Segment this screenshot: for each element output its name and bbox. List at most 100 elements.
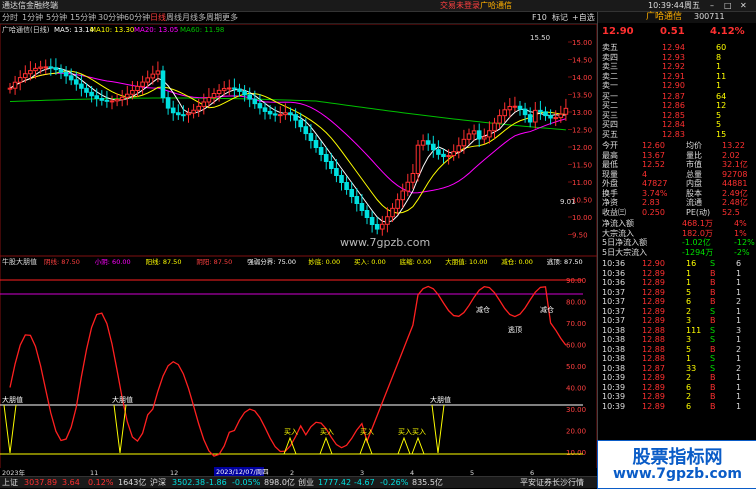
trade-login-status[interactable]: 交易未登录	[440, 0, 480, 11]
tick-price: 12.89	[642, 316, 665, 325]
candle-body	[17, 77, 23, 83]
tick-row: 10:39 12.89 6 B 1	[598, 383, 756, 393]
tick-price: 12.89	[642, 401, 665, 411]
indicator-param: 大朋值: 10.00	[445, 257, 487, 266]
stat-key: 流通	[686, 198, 702, 207]
bid-label: 买四	[602, 120, 618, 129]
bid-vol: 12	[716, 101, 727, 110]
candle-body	[119, 96, 125, 101]
candle-body	[130, 89, 135, 95]
period-tab[interactable]: 15分钟	[70, 12, 96, 23]
period-tab[interactable]: 周线	[166, 12, 182, 23]
tick-count: 2	[736, 297, 742, 306]
tick-side: B	[710, 392, 716, 401]
candle-body	[512, 105, 518, 108]
period-tab[interactable]: 1分钟	[22, 12, 43, 23]
time-mark: 2	[290, 469, 294, 476]
marker-label-buy: 买入	[320, 428, 334, 436]
candle-body	[170, 107, 176, 114]
candle-body	[313, 140, 319, 149]
ma20-label: MA20: 13.05	[134, 26, 178, 34]
period-tab-active[interactable]: 日线	[150, 12, 166, 23]
stat-value: 3.74%	[642, 188, 668, 198]
f10-tab[interactable]: F10	[532, 12, 547, 23]
candle-body	[323, 154, 329, 163]
tick-vol: 2	[686, 392, 692, 401]
stat-value: 2.83	[642, 198, 660, 207]
flow-value: -1294万	[682, 247, 714, 257]
ind-y-tick-label: 70.00	[566, 320, 586, 328]
hs-pct: -0.05%	[232, 478, 261, 487]
quote-header: 广哈通信 300711	[598, 12, 756, 23]
period-tab[interactable]: 5分钟	[46, 12, 67, 23]
candle-body	[201, 101, 207, 107]
candle-body	[237, 88, 242, 92]
indicator-name: 牛股大朋值	[2, 257, 37, 266]
period-tab[interactable]: 30分钟	[98, 12, 124, 23]
chart-area[interactable]: 广哈通信(日线) MA5: 13.14 MA10: 13.30 MA20: 13…	[0, 23, 684, 477]
tick-vol: 33	[686, 363, 697, 373]
candle-body	[242, 90, 247, 96]
candle-body	[272, 113, 278, 116]
period-tab[interactable]: 月线	[182, 12, 198, 23]
stat-key: 今开	[602, 141, 618, 150]
tick-side: B	[710, 373, 716, 382]
candle-body	[278, 114, 283, 117]
cy-change: -4.67	[354, 478, 375, 487]
app-title: 通达信金融终端	[2, 1, 58, 10]
chart-svg[interactable]: 广哈通信(日线) MA5: 13.14 MA10: 13.30 MA20: 13…	[0, 23, 684, 477]
candle-body	[257, 103, 263, 109]
y-tick-label: 13.00	[572, 109, 592, 117]
tick-row: 10:38 12.88 1 S 1	[598, 354, 756, 364]
period-tab[interactable]: 多周期	[198, 12, 222, 23]
ma10-label: MA10: 13.30	[90, 26, 134, 34]
ask-label: 卖二	[602, 71, 618, 81]
stock-header-short: 广哈通信	[480, 1, 512, 10]
title-bar: 通达信金融终端 交易未登录 广哈通信 10:39:44 周五 – □ ✕	[0, 0, 756, 12]
marker-label-big: 大朋值	[112, 395, 133, 404]
stock-chart-title: 广哈通信(日线)	[2, 25, 50, 34]
candle-body	[68, 75, 74, 81]
mark-tab[interactable]: 标记	[552, 12, 568, 23]
candle-body	[104, 99, 110, 102]
close-icon[interactable]: ✕	[740, 0, 747, 11]
sh-value: 3037.89	[24, 478, 58, 487]
candle-body	[380, 223, 385, 230]
tick-vol: 3	[686, 335, 692, 344]
candle-body	[466, 133, 472, 140]
ind-y-tick-label: 80.00	[566, 299, 586, 307]
stat-value: 92708	[722, 169, 748, 179]
tick-price: 12.89	[642, 392, 665, 401]
ask-label: 卖一	[602, 81, 618, 90]
period-tab[interactable]: 60分钟	[124, 12, 150, 23]
candle-body	[522, 108, 528, 116]
candle-body	[114, 99, 120, 102]
tick-time: 10:36	[602, 278, 626, 287]
ask-row: 卖五 12.94 60	[598, 43, 756, 53]
ask-row: 卖一 12.90 1	[598, 81, 756, 91]
stat-value: 2.49亿	[722, 188, 748, 198]
stat-key: PE(动)	[686, 207, 711, 217]
tick-vol: 111	[686, 325, 702, 335]
cy-label: 创业	[298, 478, 314, 487]
period-tab[interactable]: 分时	[2, 12, 18, 23]
bid-row: 买五 12.83 15	[598, 130, 756, 140]
candle-body	[216, 89, 222, 95]
minimize-icon[interactable]: –	[710, 0, 714, 11]
maximize-icon[interactable]: □	[724, 0, 732, 11]
candle-body	[74, 79, 79, 85]
candle-body	[155, 70, 161, 75]
flow-row: 5日净流入额 -1.02亿 -12%	[598, 238, 756, 248]
stat-value: 13.22	[722, 141, 745, 150]
add-watch-tab[interactable]: +自选	[572, 12, 595, 23]
sh-amount: 1643亿	[118, 478, 147, 487]
tick-vol: 1	[686, 354, 692, 363]
period-tab[interactable]: 更多	[222, 12, 238, 23]
stat-row: 最高 13.67 量比 2.02	[598, 151, 756, 161]
tick-price: 12.90	[642, 259, 665, 268]
tick-side: S	[710, 335, 716, 344]
sh-pct: 0.12%	[88, 478, 114, 487]
tick-price: 12.89	[642, 306, 665, 316]
tick-time: 10:37	[602, 306, 626, 316]
marker-label-big: 大朋值	[2, 395, 23, 404]
